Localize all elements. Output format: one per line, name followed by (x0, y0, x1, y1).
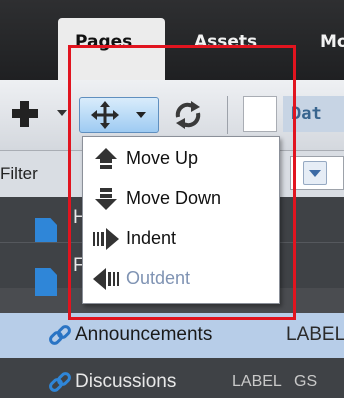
link-icon (49, 325, 71, 345)
menu-item-move-up[interactable]: Move Up (83, 139, 281, 179)
list-item-tag: LABEL (232, 373, 282, 390)
menu-item-label: Outdent (126, 268, 191, 288)
filter-label: Filter (0, 164, 38, 183)
move-menu: Move Up Move Down Indent Outdent (82, 136, 280, 304)
refresh-button[interactable] (172, 99, 204, 131)
move-arrows-icon (91, 101, 119, 129)
menu-item-outdent[interactable]: Outdent (83, 259, 281, 299)
tab-bar (0, 0, 344, 80)
list-item-tag: LABEL (286, 324, 344, 345)
tab-more[interactable]: Mo (320, 32, 344, 52)
menu-item-label: Indent (126, 228, 177, 248)
toolbar-square-button[interactable] (243, 96, 277, 132)
toolbar-separator (227, 96, 228, 134)
move-button[interactable] (79, 97, 159, 133)
menu-item-label: Move Down (126, 188, 222, 208)
page-icon (35, 268, 57, 296)
list-item-label: Discussions (75, 371, 177, 392)
arrow-down-icon (95, 188, 117, 210)
menu-item-move-down[interactable]: Move Down (83, 179, 281, 219)
add-dropdown-caret-icon[interactable] (57, 110, 67, 116)
list-item-label: Announcements (75, 324, 213, 345)
link-icon (49, 372, 71, 392)
arrow-up-icon (95, 148, 117, 169)
list-item-suffix: GS (294, 373, 318, 390)
data-field[interactable]: Dat (283, 96, 344, 132)
tab-assets[interactable]: Assets (194, 32, 257, 52)
indent-icon (93, 228, 119, 250)
list-item[interactable]: Discussions LABEL GS (0, 358, 344, 398)
refresh-icon (175, 101, 201, 129)
move-dropdown-caret-icon (136, 112, 146, 118)
list-item-selected[interactable]: Announcements LABEL (0, 313, 344, 358)
menu-item-indent[interactable]: Indent (83, 219, 281, 259)
tab-pages-label[interactable]: Pages (75, 32, 132, 52)
outdent-icon (93, 268, 119, 290)
add-button[interactable] (10, 99, 40, 129)
menu-item-label: Move Up (126, 148, 199, 168)
filter-dropdown-arrow-icon[interactable] (303, 161, 327, 185)
